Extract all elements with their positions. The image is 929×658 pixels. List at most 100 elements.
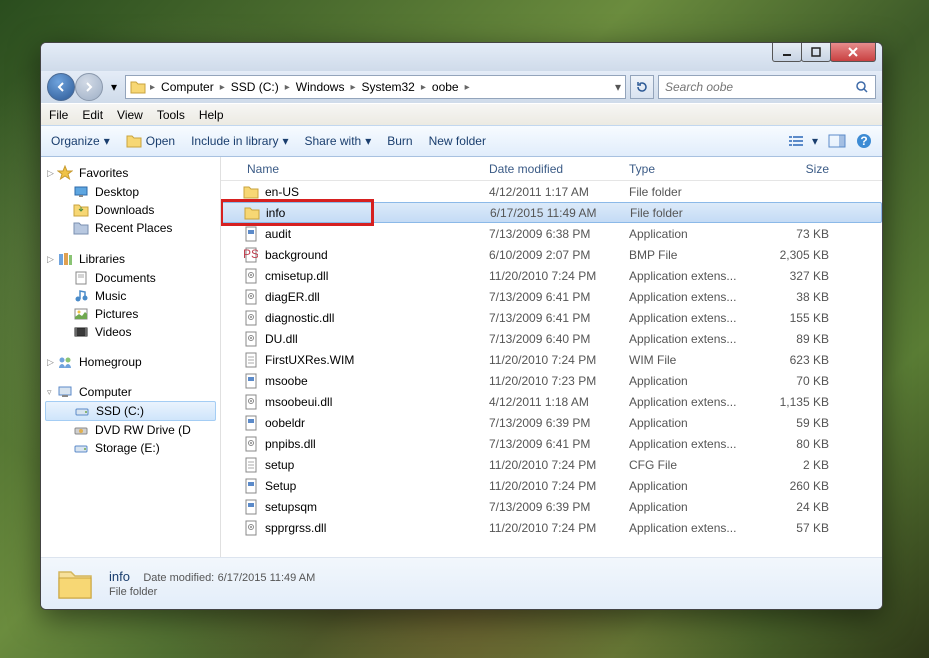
file-name: FirstUXRes.WIM	[265, 353, 354, 367]
help-button[interactable]: ?	[856, 133, 872, 149]
sidebar-item-documents[interactable]: Documents	[41, 269, 220, 287]
details-type: File folder	[109, 586, 315, 598]
table-row[interactable]: audit7/13/2009 6:38 PMApplication73 KB	[221, 223, 882, 244]
sidebar-computer[interactable]: ▿Computer	[41, 383, 220, 401]
file-date: 11/20/2010 7:24 PM	[481, 353, 621, 367]
file-date: 7/13/2009 6:41 PM	[481, 290, 621, 304]
maximize-button[interactable]	[801, 42, 831, 62]
sidebar-item-label: Videos	[95, 325, 131, 339]
file-size: 57 KB	[757, 521, 837, 535]
chevron-down-icon[interactable]: ▾	[615, 80, 621, 94]
sidebar-item-drive-c[interactable]: SSD (C:)	[45, 401, 216, 421]
table-row[interactable]: info6/17/2015 11:49 AMFile folder	[221, 202, 882, 223]
file-type: WIM File	[621, 353, 757, 367]
file-size: 89 KB	[757, 332, 837, 346]
table-row[interactable]: Setup11/20/2010 7:24 PMApplication260 KB	[221, 475, 882, 496]
chevron-right-icon[interactable]: ▸	[419, 82, 428, 93]
burn-button[interactable]: Burn	[387, 134, 412, 148]
file-size: 1,135 KB	[757, 395, 837, 409]
file-name: spprgrss.dll	[265, 521, 326, 535]
chevron-right-icon[interactable]: ▸	[348, 82, 357, 93]
file-type: Application extens...	[621, 290, 757, 304]
sidebar-item-recent[interactable]: Recent Places	[41, 219, 220, 237]
file-list[interactable]: en-US4/12/2011 1:17 AMFile folderinfo6/1…	[221, 181, 882, 557]
table-row[interactable]: diagER.dll7/13/2009 6:41 PMApplication e…	[221, 286, 882, 307]
forward-button[interactable]	[75, 73, 103, 101]
column-size[interactable]: Size	[757, 162, 837, 176]
dvd-drive-icon	[73, 423, 89, 437]
table-row[interactable]: spprgrss.dll11/20/2010 7:24 PMApplicatio…	[221, 517, 882, 538]
back-button[interactable]	[47, 73, 75, 101]
breadcrumb[interactable]: SSD (C:)	[229, 80, 281, 94]
menu-file[interactable]: File	[49, 108, 68, 122]
sidebar-item-downloads[interactable]: Downloads	[41, 201, 220, 219]
table-row[interactable]: FirstUXRes.WIM 11/20/2010 7:24 PMWIM File…	[221, 349, 882, 370]
menu-tools[interactable]: Tools	[157, 108, 185, 122]
sidebar-item-pictures[interactable]: Pictures	[41, 305, 220, 323]
file-date: 6/10/2009 2:07 PM	[481, 248, 621, 262]
refresh-button[interactable]	[630, 75, 654, 99]
breadcrumb[interactable]: oobe	[430, 80, 461, 94]
documents-icon	[73, 271, 89, 285]
include-library-button[interactable]: Include in library ▾	[191, 134, 288, 148]
breadcrumb[interactable]: Windows	[294, 80, 347, 94]
recent-places-icon	[73, 221, 89, 235]
sidebar-item-desktop[interactable]: Desktop	[41, 183, 220, 201]
table-row[interactable]: PSbackground6/10/2009 2:07 PMBMP File2,3…	[221, 244, 882, 265]
table-row[interactable]: pnpibs.dll7/13/2009 6:41 PMApplication e…	[221, 433, 882, 454]
addressbar[interactable]: ▸ Computer ▸ SSD (C:) ▸ Windows ▸ System…	[125, 75, 626, 99]
file-name: DU.dll	[265, 332, 298, 346]
table-row[interactable]: setupsqm7/13/2009 6:39 PMApplication24 K…	[221, 496, 882, 517]
new-folder-button[interactable]: New folder	[429, 134, 486, 148]
close-button[interactable]	[830, 42, 876, 62]
sidebar-item-drive-e[interactable]: Storage (E:)	[41, 439, 220, 457]
chevron-right-icon[interactable]: ▸	[148, 82, 157, 93]
menu-help[interactable]: Help	[199, 108, 224, 122]
table-row[interactable]: setup11/20/2010 7:24 PMCFG File2 KB	[221, 454, 882, 475]
chevron-right-icon[interactable]: ▸	[463, 82, 472, 93]
file-name: background	[265, 248, 328, 262]
table-row[interactable]: oobeldr7/13/2009 6:39 PMApplication59 KB	[221, 412, 882, 433]
sidebar-item-music[interactable]: Music	[41, 287, 220, 305]
videos-icon	[73, 325, 89, 339]
column-date[interactable]: Date modified	[481, 162, 621, 176]
folder-icon	[55, 564, 95, 604]
menu-edit[interactable]: Edit	[82, 108, 103, 122]
file-name: diagnostic.dll	[265, 311, 334, 325]
sidebar-item-videos[interactable]: Videos	[41, 323, 220, 341]
table-row[interactable]: en-US4/12/2011 1:17 AMFile folder	[221, 181, 882, 202]
share-button[interactable]: Share with ▾	[305, 134, 372, 148]
chevron-right-icon[interactable]: ▸	[218, 82, 227, 93]
app-icon	[243, 478, 259, 494]
file-date: 11/20/2010 7:24 PM	[481, 521, 621, 535]
menu-view[interactable]: View	[117, 108, 143, 122]
minimize-button[interactable]	[772, 42, 802, 62]
table-row[interactable]: diagnostic.dll7/13/2009 6:41 PMApplicati…	[221, 307, 882, 328]
table-row[interactable]: cmisetup.dll11/20/2010 7:24 PMApplicatio…	[221, 265, 882, 286]
sidebar-libraries[interactable]: ▷Libraries	[41, 249, 220, 269]
file-size: 24 KB	[757, 500, 837, 514]
file-date: 4/12/2011 1:17 AM	[481, 185, 621, 199]
sidebar-homegroup[interactable]: ▷Homegroup	[41, 353, 220, 371]
table-row[interactable]: msoobe11/20/2010 7:23 PMApplication70 KB	[221, 370, 882, 391]
table-row[interactable]: msoobeui.dll4/12/2011 1:18 AMApplication…	[221, 391, 882, 412]
navbar: ▾ ▸ Computer ▸ SSD (C:) ▸ Windows ▸ Syst…	[41, 71, 882, 103]
file-size: 70 KB	[757, 374, 837, 388]
column-name[interactable]: Name	[221, 162, 481, 176]
file-type: Application	[621, 479, 757, 493]
sidebar-item-drive-d[interactable]: DVD RW Drive (D	[41, 421, 220, 439]
sidebar-favorites[interactable]: ▷Favorites	[41, 163, 220, 183]
organize-button[interactable]: Organize ▾	[51, 134, 110, 148]
file-size: 2,305 KB	[757, 248, 837, 262]
breadcrumb[interactable]: Computer	[159, 80, 216, 94]
breadcrumb[interactable]: System32	[360, 80, 417, 94]
column-type[interactable]: Type	[621, 162, 757, 176]
open-button[interactable]: Open	[126, 133, 175, 149]
preview-pane-button[interactable]	[828, 134, 846, 148]
search-input[interactable]	[665, 80, 855, 94]
chevron-right-icon[interactable]: ▸	[283, 82, 292, 93]
history-dropdown-icon[interactable]: ▾	[107, 76, 121, 98]
view-options-button[interactable]: ▾	[788, 134, 818, 148]
table-row[interactable]: DU.dll7/13/2009 6:40 PMApplication exten…	[221, 328, 882, 349]
search-box[interactable]	[658, 75, 876, 99]
